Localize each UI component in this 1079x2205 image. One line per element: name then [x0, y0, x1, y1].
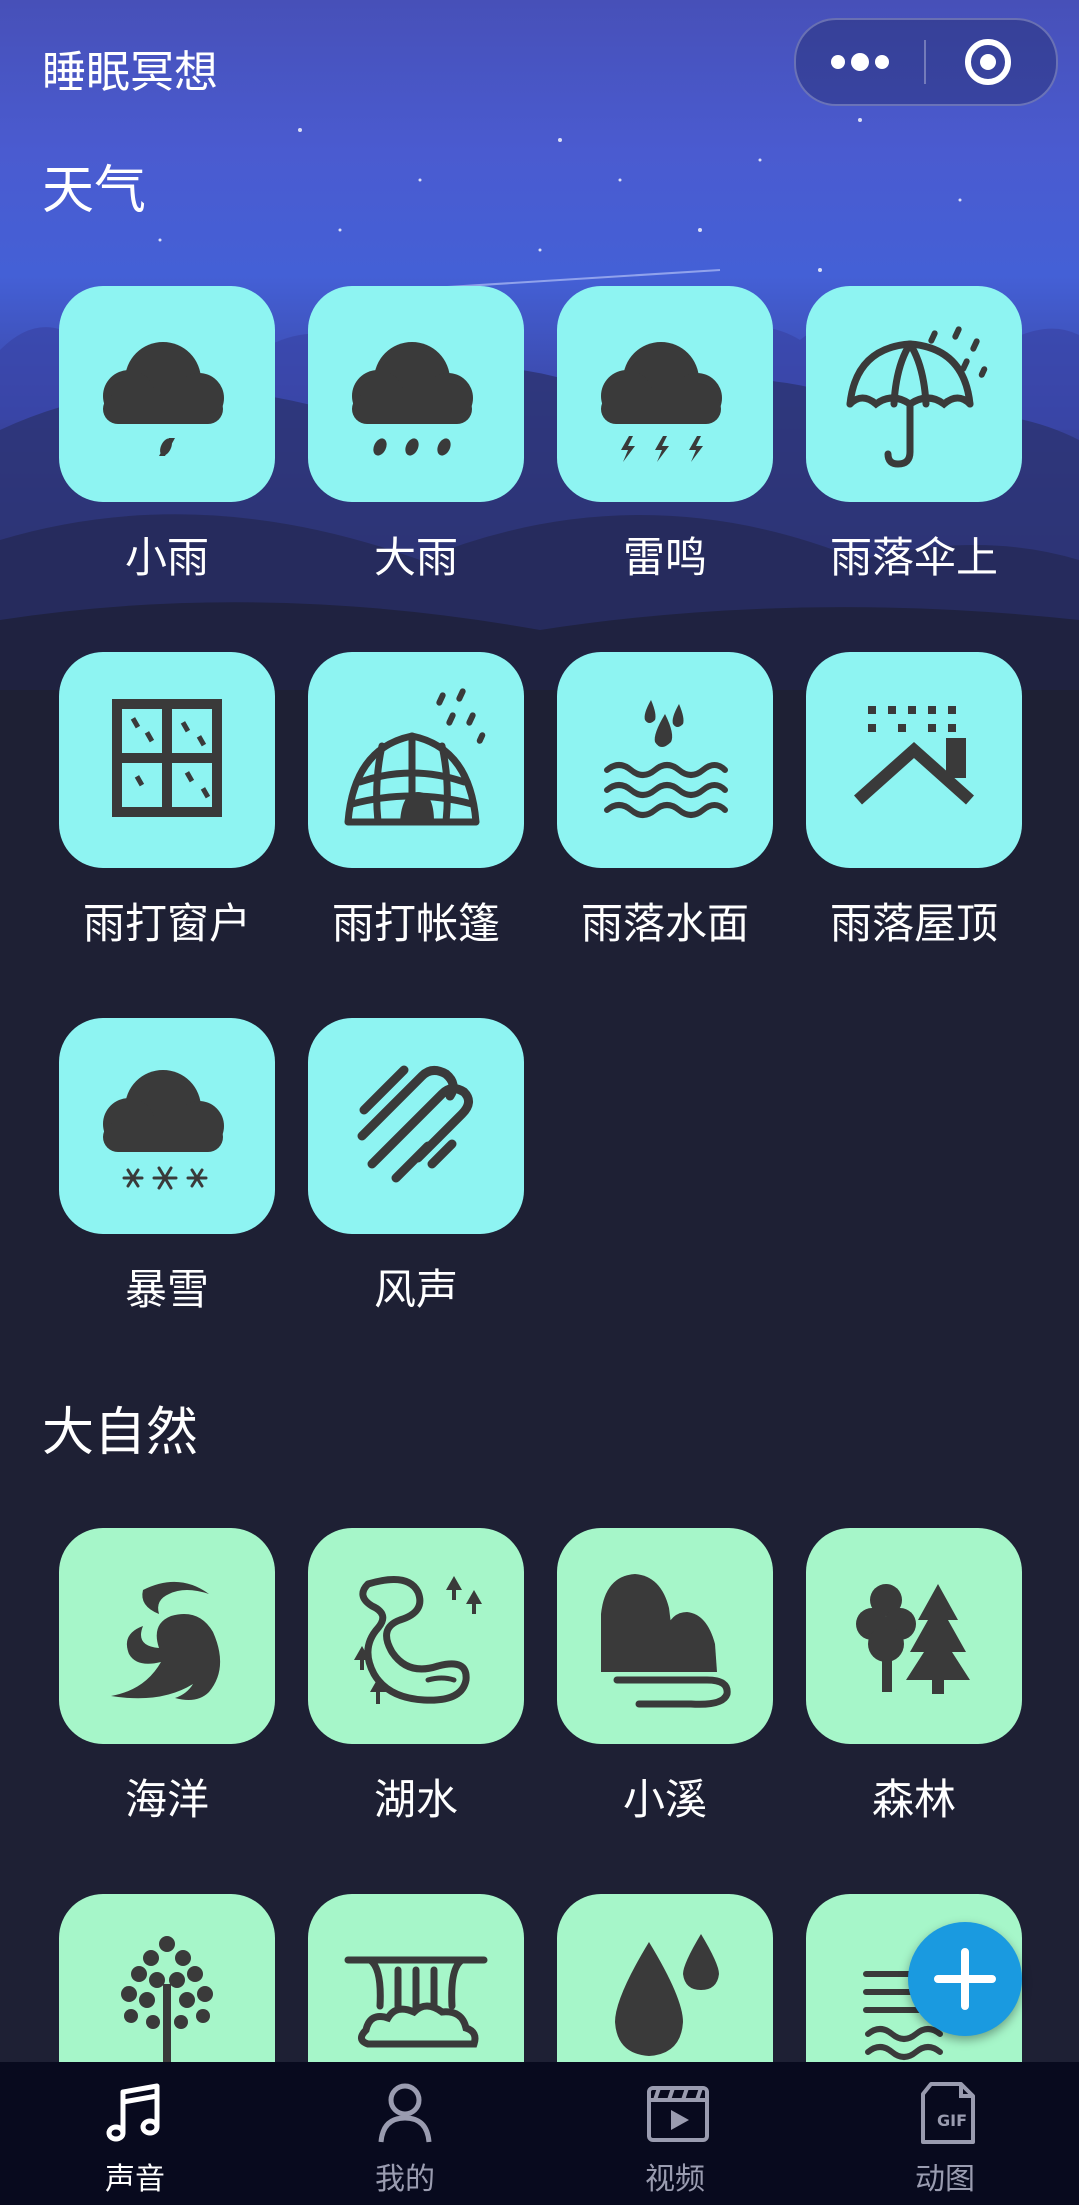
label-stream: 小溪 — [622, 1775, 707, 1824]
tab-gif[interactable]: GIF 动图 — [810, 2062, 1079, 2205]
section-title-weather: 天气 — [42, 161, 147, 221]
sound-tile-wind[interactable] — [308, 1018, 524, 1234]
sound-tile-heavy-rain[interactable] — [308, 286, 524, 502]
stream-hills-icon — [601, 1574, 731, 1708]
app-title: 睡眠冥想 — [42, 47, 218, 98]
sound-tile-thunder[interactable] — [557, 286, 773, 502]
ocean-wave-icon — [111, 1581, 221, 1700]
sound-tile-stream[interactable] — [557, 1528, 773, 1744]
umbrella-rain-icon — [846, 326, 988, 468]
label-rain-on-roof: 雨落屋顶 — [829, 899, 998, 948]
tab-sounds-label: 声音 — [105, 2162, 165, 2197]
label-rain-on-tent: 雨打帐篷 — [331, 899, 500, 948]
sound-tile-light-rain[interactable] — [59, 286, 275, 502]
section-title-nature: 大自然 — [42, 1403, 199, 1463]
label-rain-on-window: 雨打窗户 — [82, 899, 251, 948]
label-forest: 森林 — [871, 1775, 956, 1824]
water-drops-icon — [604, 700, 728, 818]
sound-tile-lake[interactable] — [308, 1528, 524, 1744]
label-rain-on-water: 雨落水面 — [580, 899, 749, 948]
clapperboard-icon — [647, 2086, 709, 2142]
heavy-rain-icon — [352, 342, 473, 456]
add-button[interactable] — [908, 1922, 1022, 2036]
window-rain-icon — [112, 699, 222, 817]
svg-text:GIF: GIF — [937, 2111, 967, 2130]
label-ocean: 海洋 — [124, 1775, 209, 1824]
more-dots-icon — [831, 53, 889, 71]
snow-cloud-icon — [103, 1070, 224, 1190]
roof-rain-icon — [854, 706, 974, 805]
plus-icon — [934, 1948, 996, 2010]
sound-tile-rain-on-water[interactable] — [557, 652, 773, 868]
miniprogram-capsule — [794, 18, 1058, 106]
label-thunder: 雷鸣 — [622, 533, 707, 582]
tab-video[interactable]: 视频 — [540, 2062, 810, 2205]
label-heavy-rain: 大雨 — [373, 533, 458, 582]
bottom-tab-bar: 声音 我的 视频 GIF 动图 — [0, 2062, 1079, 2205]
more-options-button[interactable] — [796, 20, 924, 104]
tab-mine-label: 我的 — [375, 2162, 435, 2197]
label-rain-on-umbrella: 雨落伞上 — [829, 533, 998, 582]
gif-file-icon: GIF — [921, 2082, 975, 2144]
tab-gif-label: 动图 — [915, 2162, 975, 2197]
sound-tile-rain-on-window[interactable] — [59, 652, 275, 868]
wind-icon — [357, 1065, 473, 1183]
label-light-rain: 小雨 — [124, 533, 209, 582]
sound-tile-rain-on-tent[interactable] — [308, 652, 524, 868]
sound-tile-forest[interactable] — [806, 1528, 1022, 1744]
sound-tile-rain-on-roof[interactable] — [806, 652, 1022, 868]
music-note-icon — [106, 2083, 160, 2142]
thunder-icon — [601, 342, 722, 462]
tab-video-label: 视频 — [645, 2162, 705, 2197]
sound-tile-rain-on-umbrella[interactable] — [806, 286, 1022, 502]
person-icon — [378, 2083, 432, 2143]
close-miniprogram-button[interactable] — [926, 20, 1056, 104]
target-circle-icon — [965, 39, 1011, 85]
label-lake: 湖水 — [373, 1775, 458, 1824]
lake-icon — [354, 1576, 482, 1704]
tab-sounds[interactable]: 声音 — [0, 2062, 270, 2205]
sound-tile-blizzard[interactable] — [59, 1018, 275, 1234]
light-rain-icon — [103, 342, 224, 456]
tab-mine[interactable]: 我的 — [270, 2062, 540, 2205]
label-blizzard: 暴雪 — [124, 1265, 209, 1314]
forest-trees-icon — [856, 1584, 970, 1694]
label-wind: 风声 — [373, 1265, 458, 1314]
sound-tile-ocean[interactable] — [59, 1528, 275, 1744]
tent-rain-icon — [344, 688, 486, 826]
